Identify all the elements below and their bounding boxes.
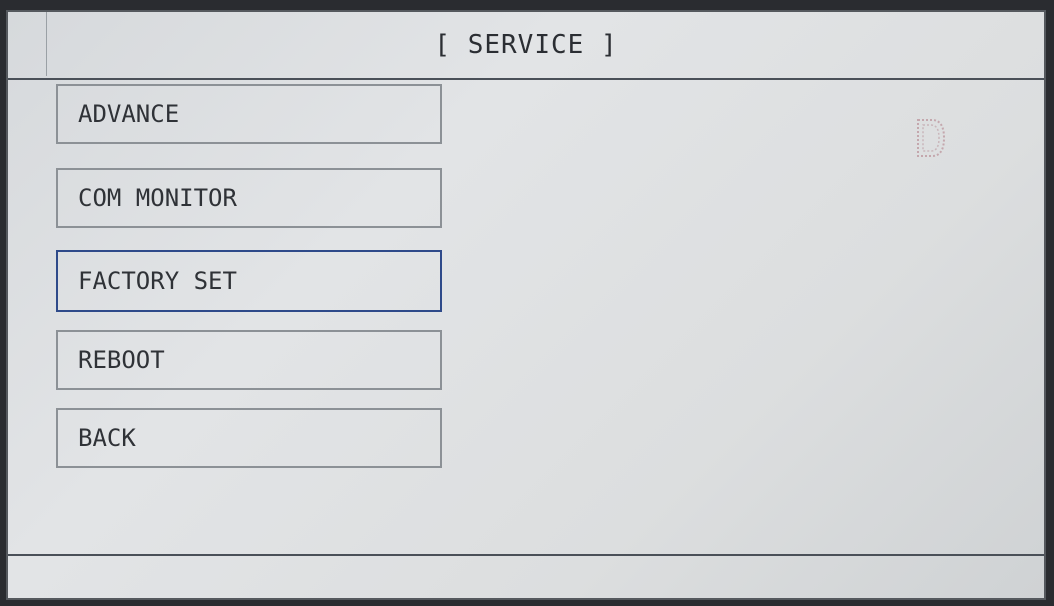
d-indicator-icon xyxy=(917,119,946,157)
title-bar: [ SERVICE ] xyxy=(8,12,1044,80)
advance-button[interactable]: ADVANCE xyxy=(56,84,442,144)
factory-set-button[interactable]: FACTORY SET xyxy=(56,250,442,312)
page-title: [ SERVICE ] xyxy=(434,30,618,60)
reboot-button[interactable]: REBOOT xyxy=(56,330,442,390)
hmi-screen: [ SERVICE ] ADVANCE COM MONITOR FACTORY … xyxy=(6,10,1046,600)
back-button[interactable]: BACK xyxy=(56,408,442,468)
footer-bar xyxy=(8,554,1044,598)
com-monitor-button[interactable]: COM MONITOR xyxy=(56,168,442,228)
